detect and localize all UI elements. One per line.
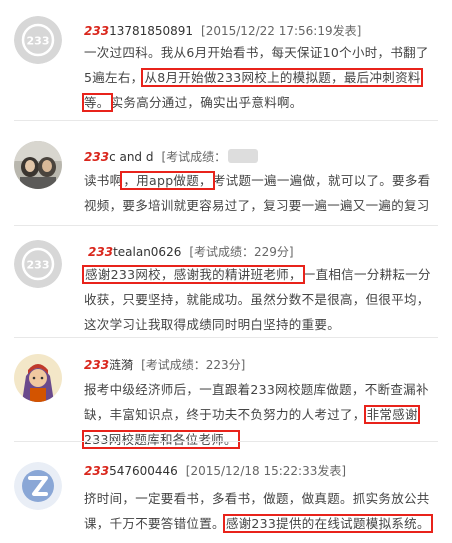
comment-item: 233涟漪 [考试成绩：223分] 报考中级经济师后，一直跟着233网校题库做题，… (0, 338, 452, 449)
comment-item: 233 233tealan0626 [考试成绩：229分] 感谢233网校，感谢我… (0, 226, 452, 338)
blurred-score (228, 149, 259, 163)
comment-header: 233547600446 [2015/12/18 15:22:33发表] (84, 462, 346, 480)
highlighted-text: ，用app做题， (120, 171, 215, 190)
comment-text: 读书啊，用app做题，考试题一遍一遍做，就可以了。要多看视频，要多培训就更容易过… (84, 171, 431, 213)
brand-label: 233 (84, 464, 110, 478)
svg-text:233: 233 (27, 259, 50, 272)
username[interactable]: 547600446 (109, 464, 178, 478)
comment-item: 233547600446 [2015/12/18 15:22:33发表] 挤时间，… (0, 442, 452, 543)
comment-header: 233涟漪 [考试成绩：223分] (84, 356, 245, 374)
photo-avatar-icon[interactable] (14, 141, 62, 189)
comment-text: 挤时间，一定要看书，多看书，做题，做真题。抓实务放公共课，千万不要答错位置。感谢… (84, 491, 433, 533)
brand-label: 233 (84, 358, 110, 372)
z-logo-avatar-icon[interactable] (14, 462, 62, 510)
default-233-avatar-icon[interactable]: 233 (14, 16, 62, 64)
comment-text: 一次过四科。我从6月开始看书，每天保证10个小时，书翻了5遍左右，从8月开始做2… (82, 45, 429, 112)
comment-item: 233 23313781850891 [2015/12/22 17:56:19发表… (0, 0, 452, 121)
comment-header: 233c and d [考试成绩： (84, 148, 259, 166)
brand-label: 233 (88, 245, 114, 259)
username[interactable]: c and d (109, 150, 153, 164)
username[interactable]: 13781850891 (109, 24, 193, 38)
comment-header: 233tealan0626 [考试成绩：229分] (88, 243, 294, 261)
svg-text:233: 233 (27, 35, 50, 48)
comment-header: 23313781850891 [2015/12/22 17:56:19发表] (84, 22, 361, 40)
highlighted-text: 感谢233提供的在线试题模拟系统。 (222, 514, 433, 533)
post-meta: [2015/12/22 17:56:19发表] (201, 24, 362, 38)
post-meta: [考试成绩：229分] (189, 245, 294, 259)
highlighted-text: 感谢233网校，感谢我的精讲班老师， (82, 265, 305, 284)
brand-label: 233 (84, 24, 110, 38)
cartoon-avatar-icon[interactable] (14, 354, 62, 402)
post-meta: [考试成绩：223分] (141, 358, 246, 372)
default-233-avatar-icon[interactable]: 233 (14, 240, 62, 288)
brand-label: 233 (84, 150, 110, 164)
username[interactable]: 涟漪 (109, 358, 133, 372)
post-meta: [2015/12/18 15:22:33发表] (185, 464, 347, 478)
comment-item: 233c and d [考试成绩： 读书啊，用app做题，考试题一遍一遍做，就可以… (0, 121, 452, 226)
post-meta: [考试成绩： (161, 150, 227, 164)
username[interactable]: tealan0626 (113, 245, 181, 259)
comment-text: 感谢233网校，感谢我的精讲班老师，一直相信一分耕耘一分收获，只要坚持，就能成功… (82, 265, 431, 332)
